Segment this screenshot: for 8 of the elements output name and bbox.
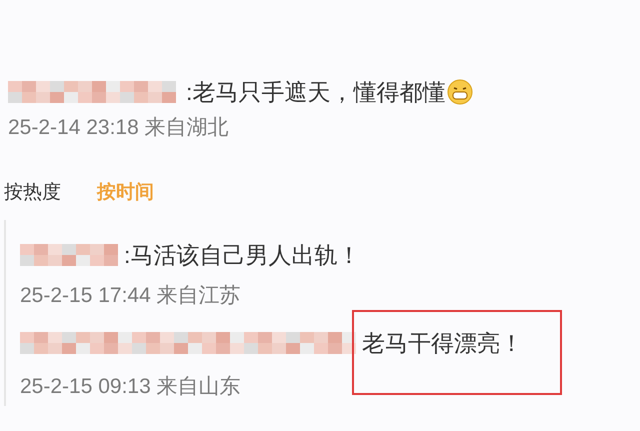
reply-meta: 25-2-15 09:13 来自山东 [20, 374, 242, 400]
reply-text: 老马干得漂亮！ [362, 330, 523, 356]
grin-emoji-icon [447, 79, 474, 105]
sort-tab[interactable]: 按热度 [4, 178, 61, 208]
reply-text: :马活该自己男人出轨！ [124, 242, 360, 268]
comment-text: :老马只手遮天，懂得都懂 [186, 78, 446, 107]
comment-meta: 25-2-14 23:18 来自湖北 [7, 115, 230, 141]
reply-meta: 25-2-15 17:44 来自江苏 [20, 283, 242, 309]
